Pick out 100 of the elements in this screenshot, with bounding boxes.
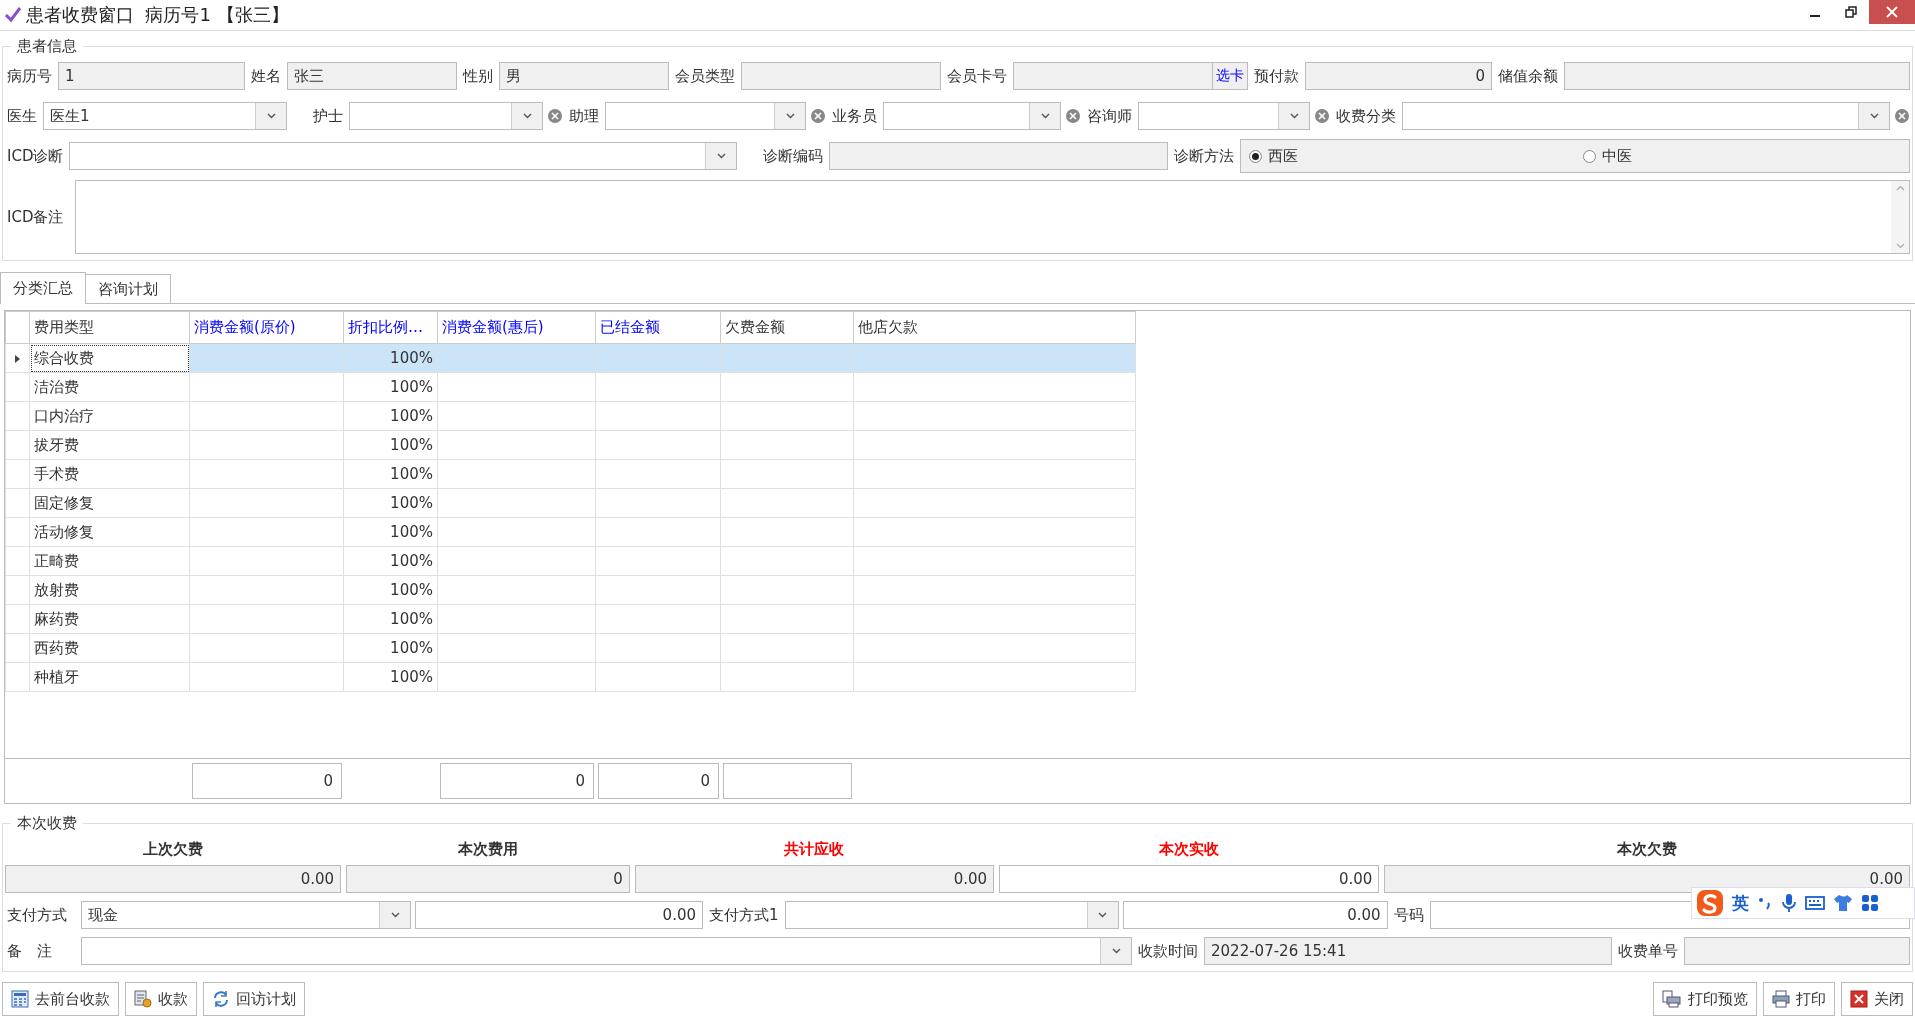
select-card-button[interactable]: 选卡 [1212,62,1248,90]
table-cell: 放射费 [29,575,190,605]
column-header[interactable]: 消费金额(惠后) [437,311,596,344]
language-indicator[interactable]: 英 [1732,891,1749,915]
table-cell: 口内治疗 [29,401,190,431]
table-cell: 100% [343,517,438,547]
dropdown-field[interactable] [605,102,806,130]
input-field[interactable]: 0 [1305,62,1492,90]
column-header[interactable]: 他店欠款 [853,311,1136,344]
table-cell: 综合收费 [29,343,190,373]
summary-label: 本次实收 [1158,839,1221,860]
input-field[interactable]: 1 [58,62,245,90]
table-cell: 洁治费 [29,372,190,402]
close-icon [1850,990,1868,1008]
input-field[interactable] [1684,937,1910,965]
radio-button[interactable] [1583,149,1597,163]
field-label: 预付款 [1253,66,1300,86]
radio-label[interactable]: 中医 [1602,146,1633,166]
radio-label[interactable]: 西医 [1268,146,1299,166]
toolbar-button[interactable]: 打印预览 [1653,982,1757,1016]
chevron-icon [1040,113,1050,119]
column-header[interactable]: 费用类型 [29,311,190,344]
input-field[interactable] [1564,62,1910,90]
keyboard-icon[interactable] [1805,895,1825,911]
toolbar-button[interactable]: 回访计划 [203,982,305,1016]
column-header[interactable]: 欠费金额 [720,311,854,344]
scroll-down-icon[interactable] [1895,243,1905,249]
field-label: 备 注 [6,941,53,961]
dropdown-field[interactable] [1138,102,1310,130]
table-cell: 100% [343,488,438,518]
scroll-up-icon[interactable] [1895,185,1905,191]
dropdown-field[interactable] [1402,102,1890,130]
text-area[interactable] [75,180,1910,254]
field-label: 储值余额 [1497,66,1559,86]
microphone-icon[interactable] [1781,893,1797,913]
input-field[interactable]: 0.00 [1122,901,1388,929]
table-cell: 100% [343,604,438,634]
table-cell: 100% [343,633,438,663]
check-icon [4,6,22,24]
field-label: 号码 [1392,905,1425,925]
tab[interactable]: 咨询计划 [85,274,171,303]
input-field[interactable]: 0.00 [999,865,1380,893]
clear-icon[interactable] [1894,108,1910,124]
chevron-icon [1098,912,1108,918]
total-field: 0 [598,763,719,799]
group-title: 本次收费 [16,814,78,833]
input-field[interactable] [1013,62,1213,90]
table-cell: 100% [343,662,438,692]
column-header[interactable]: 已结金额 [595,311,721,344]
group-title: 患者信息 [16,37,78,56]
field-label: 诊断方法 [1173,146,1236,166]
clear-icon[interactable] [810,108,826,124]
table-cell: 100% [343,401,438,431]
field-label: 支付方式 [6,905,68,925]
toolbar-button[interactable]: 去前台收款 [2,982,119,1016]
total-field: 0 [192,763,342,799]
input-field[interactable]: 2022-07-26 15:41 [1204,937,1612,965]
print-preview-icon [1662,990,1682,1008]
chevron-icon [266,113,276,119]
field-label: 护士 [312,106,344,126]
dropdown-field[interactable] [883,102,1061,130]
input-field[interactable]: 0.00 [634,865,995,893]
dropdown-field[interactable]: 医生1 [43,102,287,130]
shirt-icon[interactable] [1833,894,1853,912]
toolbar-button[interactable]: 打印 [1763,982,1835,1016]
clear-icon[interactable] [547,108,563,124]
dropdown-field[interactable] [69,142,738,170]
toolbar-button[interactable]: 收款 [125,982,197,1016]
dropdown-field[interactable]: 现金 [81,901,411,929]
row-pointer-icon [15,355,20,363]
table-cell: 手术费 [29,459,190,489]
tab[interactable]: 分类汇总 [0,272,86,304]
input-field[interactable]: 0 [346,865,630,893]
field-label: 会员卡号 [946,66,1008,86]
table-cell: 100% [343,430,438,460]
dropdown-field[interactable] [784,901,1119,929]
input-field[interactable]: 0.00 [5,865,342,893]
summary-label: 共计应收 [783,839,846,860]
toolbar-button[interactable]: 关闭 [1841,982,1913,1016]
field-label: 咨询师 [1086,106,1133,126]
radio-button[interactable] [1249,149,1263,163]
chevron-icon [785,113,795,119]
clear-icon[interactable] [1065,108,1081,124]
summary-label: 上次欠费 [142,839,205,860]
input-field[interactable] [829,142,1169,170]
grid-icon[interactable] [1861,894,1879,912]
logo-icon[interactable] [1696,889,1724,917]
input-field[interactable]: 0.00 [1384,865,1910,893]
column-header[interactable]: 消费金额(原价) [189,311,344,344]
input-field[interactable]: 0.00 [415,901,703,929]
clear-icon[interactable] [1314,108,1330,124]
input-field[interactable] [741,62,941,90]
input-field[interactable]: 张三 [287,62,457,90]
dropdown-field[interactable] [349,102,543,130]
column-header[interactable]: 折扣比例… [343,311,438,344]
dropdown-field[interactable] [81,937,1132,965]
input-field[interactable]: 男 [499,62,669,90]
close-button[interactable] [1869,0,1915,24]
scrollbar[interactable] [1891,181,1909,253]
minimize-icon [1810,15,1820,17]
